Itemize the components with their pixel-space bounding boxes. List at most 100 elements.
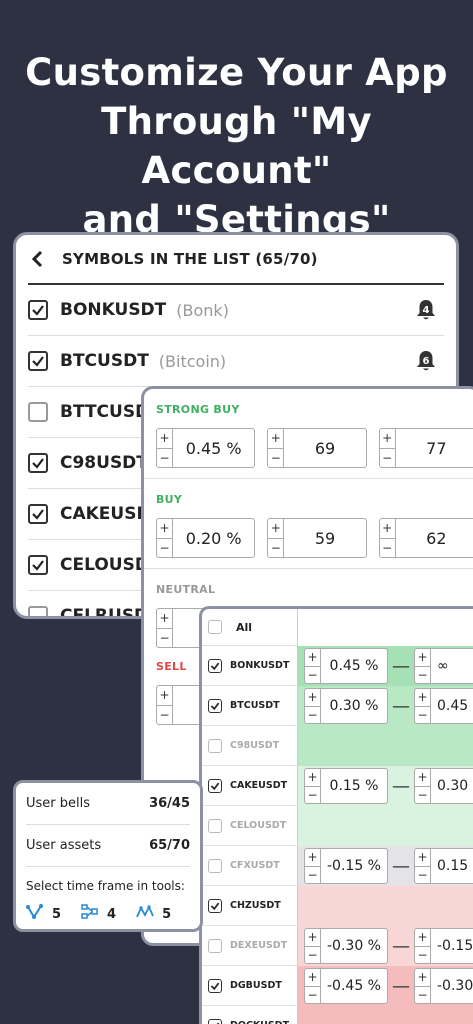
strong-buy-max-stepper[interactable]: + − 77 xyxy=(378,428,473,468)
range-to-stepper[interactable]: + −0.15 xyxy=(414,848,473,884)
table-symbol-cell[interactable]: CHZUSDT xyxy=(202,886,298,926)
plus-button[interactable]: + xyxy=(305,769,320,787)
checked-checkbox[interactable] xyxy=(28,504,48,524)
range-from-stepper[interactable]: + − -0.15 % xyxy=(304,848,388,884)
range-from-stepper[interactable]: + − -0.45 % xyxy=(304,968,388,1004)
bell-icon[interactable]: 4 xyxy=(414,298,438,322)
range-to-value[interactable]: 0.45 xyxy=(431,689,473,723)
plus-button[interactable]: + xyxy=(379,429,395,449)
table-symbol-cell[interactable]: CAKEUSDT xyxy=(202,766,298,806)
plus-button[interactable]: + xyxy=(157,686,172,706)
minus-button[interactable]: − xyxy=(305,867,320,884)
range-to-stepper[interactable]: + −0.45 xyxy=(414,688,473,724)
unchecked-checkbox[interactable] xyxy=(208,818,222,833)
minus-button[interactable]: − xyxy=(415,667,430,684)
minus-button[interactable]: − xyxy=(305,667,320,684)
table-symbol-cell[interactable]: CFXUSDT xyxy=(202,846,298,886)
range-from-value[interactable]: -0.15 % xyxy=(321,849,387,883)
grid-tool[interactable]: 4 xyxy=(81,903,116,925)
minus-button[interactable]: − xyxy=(305,987,320,1004)
table-symbol-cell[interactable]: BONKUSDT xyxy=(202,646,298,686)
checked-checkbox[interactable] xyxy=(28,453,48,473)
range-from-stepper[interactable]: + −0.30 % xyxy=(304,688,388,724)
strong-buy-percent-stepper[interactable]: + − 0.45 % xyxy=(156,428,256,468)
checked-checkbox[interactable] xyxy=(208,778,222,793)
minus-button[interactable]: − xyxy=(305,947,320,964)
range-to-value[interactable]: 0.30 xyxy=(431,769,473,803)
minus-button[interactable]: − xyxy=(268,539,283,558)
range-to-value[interactable]: -0.30 xyxy=(431,969,473,1003)
checked-checkbox[interactable] xyxy=(208,898,222,913)
plus-button[interactable]: + xyxy=(305,969,320,987)
buy-percent-stepper[interactable]: + − 0.20 % xyxy=(156,518,256,558)
stepper-value[interactable]: 77 xyxy=(396,429,473,467)
table-symbol-cell[interactable]: DGBUSDT xyxy=(202,966,298,1006)
strong-buy-min-stepper[interactable]: + − 69 xyxy=(267,428,367,468)
plus-button[interactable]: + xyxy=(157,429,172,449)
select-all-row[interactable]: All xyxy=(202,609,298,646)
range-from-value[interactable]: -0.45 % xyxy=(321,969,387,1003)
symbol-row[interactable]: BONKUSDT (Bonk) 4 xyxy=(28,285,444,336)
range-to-value[interactable]: -0.15 xyxy=(431,929,473,963)
minus-button[interactable]: − xyxy=(157,449,172,468)
minus-button[interactable]: − xyxy=(380,539,395,558)
checked-checkbox[interactable] xyxy=(28,300,48,320)
plus-button[interactable]: + xyxy=(268,519,284,539)
plus-button[interactable]: + xyxy=(415,969,430,987)
table-symbol-cell[interactable]: C98USDT xyxy=(202,726,298,766)
plus-button[interactable]: + xyxy=(305,689,320,707)
minus-button[interactable]: − xyxy=(157,706,172,725)
range-to-stepper[interactable]: + −0.30 xyxy=(414,768,473,804)
table-symbol-cell[interactable]: DEXEUSDT xyxy=(202,926,298,966)
plus-button[interactable]: + xyxy=(157,609,172,629)
range-to-stepper[interactable]: + − -0.30 xyxy=(414,968,473,1004)
buy-min-stepper[interactable]: + − 59 xyxy=(267,518,367,558)
range-to-stepper[interactable]: + − -0.15 xyxy=(414,928,473,964)
plus-button[interactable]: + xyxy=(305,849,320,867)
unchecked-checkbox[interactable] xyxy=(28,402,48,422)
range-from-stepper[interactable]: + −0.45 % xyxy=(304,648,388,684)
range-to-value[interactable]: ∞ xyxy=(431,649,473,683)
plus-button[interactable]: + xyxy=(157,519,172,539)
checked-checkbox[interactable] xyxy=(208,1018,222,1024)
range-from-stepper[interactable]: + −0.15 % xyxy=(304,768,388,804)
select-all-checkbox[interactable] xyxy=(208,620,222,634)
stepper-value[interactable]: 69 xyxy=(284,429,365,467)
minus-button[interactable]: − xyxy=(415,867,430,884)
checked-checkbox[interactable] xyxy=(208,978,222,993)
plus-button[interactable]: + xyxy=(268,429,284,449)
plus-button[interactable]: + xyxy=(415,689,430,707)
minus-button[interactable]: − xyxy=(380,449,395,468)
plus-button[interactable]: + xyxy=(305,929,320,947)
wave-tool[interactable]: 5 xyxy=(136,903,171,925)
range-to-stepper[interactable]: + − ∞ xyxy=(414,648,473,684)
table-symbol-cell[interactable]: DOCKUSDT xyxy=(202,1006,298,1024)
buy-max-stepper[interactable]: + − 62 xyxy=(378,518,473,558)
table-symbol-cell[interactable]: BTCUSDT xyxy=(202,686,298,726)
minus-button[interactable]: − xyxy=(415,947,430,964)
minus-button[interactable]: − xyxy=(157,539,172,558)
unchecked-checkbox[interactable] xyxy=(28,606,48,616)
table-symbol-cell[interactable]: CELOUSDT xyxy=(202,806,298,846)
minus-button[interactable]: − xyxy=(305,707,320,724)
minus-button[interactable]: − xyxy=(415,707,430,724)
stepper-value[interactable]: 59 xyxy=(284,519,365,557)
stepper-value[interactable]: 0.20 % xyxy=(173,519,254,557)
checked-checkbox[interactable] xyxy=(208,658,222,673)
minus-button[interactable]: − xyxy=(157,629,172,648)
minus-button[interactable]: − xyxy=(268,449,283,468)
symbol-row[interactable]: BTCUSDT (Bitcoin) 6 xyxy=(28,336,444,387)
plus-button[interactable]: + xyxy=(415,769,430,787)
unchecked-checkbox[interactable] xyxy=(208,938,222,953)
range-from-value[interactable]: 0.30 % xyxy=(321,689,387,723)
minus-button[interactable]: − xyxy=(415,987,430,1004)
stepper-value[interactable]: 0.45 % xyxy=(173,429,254,467)
range-to-value[interactable]: 0.15 xyxy=(431,849,473,883)
range-from-value[interactable]: -0.30 % xyxy=(321,929,387,963)
range-from-value[interactable]: 0.15 % xyxy=(321,769,387,803)
plus-button[interactable]: + xyxy=(415,849,430,867)
plus-button[interactable]: + xyxy=(415,929,430,947)
plus-button[interactable]: + xyxy=(305,649,320,667)
stepper-value[interactable]: 62 xyxy=(396,519,473,557)
range-from-stepper[interactable]: + − -0.30 % xyxy=(304,928,388,964)
